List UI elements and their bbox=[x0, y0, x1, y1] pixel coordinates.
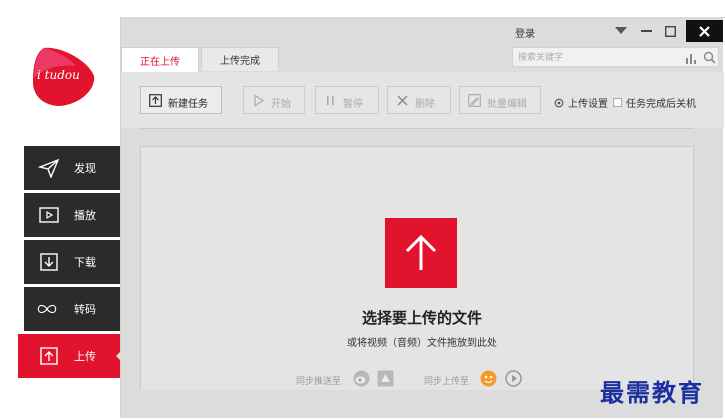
shutdown-checkbox[interactable] bbox=[613, 98, 622, 107]
shutdown-after-option[interactable]: 任务完成后关机 bbox=[613, 95, 696, 110]
delete-label: 删除 bbox=[415, 99, 435, 110]
select-file-button[interactable] bbox=[385, 218, 457, 288]
tudou-sync-icon[interactable] bbox=[480, 370, 497, 387]
sidebar-item-transcode[interactable]: 转码 bbox=[24, 287, 120, 331]
pause-button[interactable]: 暂停 bbox=[315, 86, 379, 114]
close-button[interactable] bbox=[686, 20, 723, 42]
sidebar-item-label: 播放 bbox=[74, 209, 96, 222]
tab-uploading[interactable]: 正在上传 bbox=[121, 47, 199, 73]
maximize-icon bbox=[664, 25, 676, 37]
delete-button[interactable]: 删除 bbox=[387, 86, 451, 114]
sidebar-item-upload[interactable]: 上传 bbox=[18, 334, 120, 378]
youku-icon[interactable] bbox=[505, 370, 522, 387]
pause-icon bbox=[327, 96, 334, 105]
toolbar-divider bbox=[140, 128, 694, 129]
bar-chart-icon[interactable] bbox=[685, 52, 697, 64]
upload-icon bbox=[40, 347, 58, 365]
gear-icon bbox=[554, 98, 564, 107]
upload-settings-label: 上传设置 bbox=[568, 99, 608, 110]
upload-icon bbox=[149, 94, 162, 107]
search-input[interactable] bbox=[518, 51, 668, 64]
play-icon bbox=[254, 94, 265, 107]
sidebar-item-play[interactable]: 播放 bbox=[24, 193, 120, 237]
arrow-up-icon bbox=[405, 234, 437, 270]
sidebar-item-label: 转码 bbox=[74, 303, 96, 316]
download-icon bbox=[40, 253, 58, 271]
sync-upload-label: 同步上传至 bbox=[424, 377, 470, 387]
minimize-button[interactable] bbox=[635, 20, 657, 42]
start-button[interactable]: 开始 bbox=[243, 86, 305, 114]
dropdown-icon bbox=[615, 27, 627, 34]
active-nav-indicator bbox=[116, 350, 122, 362]
login-link[interactable]: 登录 bbox=[515, 25, 535, 40]
sync-share-label: 同步推送至 bbox=[296, 377, 342, 387]
watermark-text: 最需教育 bbox=[600, 379, 704, 407]
batch-edit-label: 批量编辑 bbox=[487, 99, 527, 110]
new-task-label: 新建任务 bbox=[168, 99, 208, 110]
edit-icon bbox=[468, 94, 481, 107]
minimize-icon bbox=[640, 29, 652, 32]
play-icon bbox=[39, 207, 59, 223]
tab-upload-complete[interactable]: 上传完成 bbox=[201, 47, 279, 71]
upload-settings-link[interactable]: 上传设置 bbox=[554, 95, 608, 110]
shutdown-label: 任务完成后关机 bbox=[626, 99, 696, 110]
drop-zone-subtitle: 或将视频（音频）文件拖放到此处 bbox=[347, 338, 497, 349]
tudou-logo: i tudou bbox=[30, 44, 96, 108]
batch-edit-button[interactable]: 批量编辑 bbox=[459, 86, 541, 114]
sidebar-item-label: 发现 bbox=[74, 162, 96, 175]
sidebar-item-label: 上传 bbox=[74, 350, 96, 363]
send-icon bbox=[38, 158, 60, 178]
close-icon bbox=[699, 25, 710, 37]
maximize-button[interactable] bbox=[659, 20, 681, 42]
weibo-icon[interactable] bbox=[353, 370, 370, 387]
qzone-icon[interactable] bbox=[377, 370, 394, 387]
dropdown-button[interactable] bbox=[610, 20, 632, 42]
start-label: 开始 bbox=[271, 99, 291, 110]
search-box bbox=[512, 47, 719, 67]
logo-text: i tudou bbox=[37, 68, 80, 82]
sidebar: i tudou 发现 播放 下载 转码 上传 bbox=[0, 0, 120, 420]
close-icon bbox=[397, 95, 408, 106]
new-task-button[interactable]: 新建任务 bbox=[140, 86, 222, 114]
sidebar-item-download[interactable]: 下载 bbox=[24, 240, 120, 284]
app-window: i tudou 发现 播放 下载 转码 上传 登录 搜索关键字 正在上传 上传完… bbox=[0, 0, 725, 420]
drop-zone-title: 选择要上传的文件 bbox=[361, 309, 482, 327]
infinity-icon bbox=[37, 304, 57, 314]
sidebar-item-label: 下载 bbox=[74, 256, 96, 269]
search-icon[interactable] bbox=[703, 51, 716, 64]
sidebar-item-discover[interactable]: 发现 bbox=[24, 146, 120, 190]
pause-label: 暂停 bbox=[343, 99, 363, 110]
